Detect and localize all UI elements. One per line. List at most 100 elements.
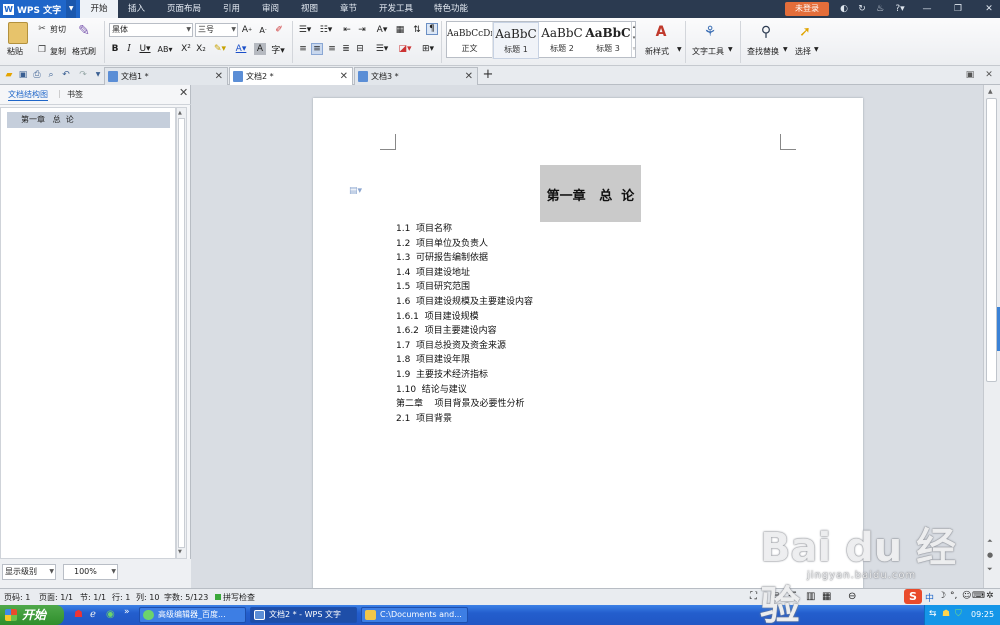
help-icon[interactable]: ?▾ <box>892 3 908 15</box>
scroll-thumb[interactable] <box>178 118 185 548</box>
page-view-icon[interactable]: ▤ <box>770 591 779 602</box>
zoom-select[interactable]: 100% ▼ <box>63 564 118 580</box>
customize-icon[interactable]: ▼ <box>92 69 104 81</box>
chevron-down-icon[interactable]: ▼ <box>814 46 819 53</box>
ie-icon[interactable]: ℯ <box>90 609 96 620</box>
tab-doc1[interactable]: 文档1 * ✕ <box>104 67 228 85</box>
level-select[interactable]: 显示级别 ▼ <box>2 564 56 580</box>
chevron-down-icon[interactable]: ▼ <box>728 46 733 53</box>
zoom-out-icon[interactable]: ⊖ <box>848 591 856 602</box>
new-tab-icon[interactable]: + <box>482 68 494 81</box>
chevron-down-icon[interactable]: ▼ <box>677 46 682 53</box>
line-spacing-icon[interactable]: ☰▾ <box>373 43 391 55</box>
format-painter-button[interactable]: 格式刷 <box>72 46 96 57</box>
minimize-icon[interactable]: — <box>921 3 933 15</box>
moon-icon[interactable]: ☽ <box>938 591 946 601</box>
align-center-icon[interactable]: ≡ <box>311 43 323 55</box>
cut-button[interactable]: 剪切 <box>50 24 66 35</box>
save-icon[interactable]: ▣ <box>17 69 29 81</box>
menu-tab-developer[interactable]: 开发工具 <box>379 0 413 18</box>
font-size-select[interactable]: 三号 ▼ <box>195 23 238 37</box>
spell-check-toggle[interactable]: 拼写检查 <box>223 592 255 603</box>
browser-360-icon[interactable]: ◉ <box>106 609 115 620</box>
status-word-count[interactable]: 字数: 5/123 <box>164 592 208 603</box>
qq-tray-icon[interactable]: ☗ <box>942 609 950 619</box>
chinese-layout-icon[interactable]: A▾ <box>373 24 391 36</box>
close-icon[interactable]: ✕ <box>983 3 995 15</box>
find-replace-button[interactable]: 查找替换 <box>747 46 779 57</box>
tab-doc3[interactable]: 文档3 * ✕ <box>354 67 478 85</box>
qq-icon[interactable]: ☗ <box>74 609 83 620</box>
table-grid-icon[interactable]: ▦ <box>394 24 406 36</box>
justify-icon[interactable]: ≣ <box>340 43 352 55</box>
input-language-icon[interactable]: 中 <box>925 591 934 604</box>
menu-tab-section[interactable]: 章节 <box>340 0 357 18</box>
bullets-icon[interactable]: ☰▾ <box>297 24 313 36</box>
font-name-select[interactable]: 黑体 ▼ <box>109 23 193 37</box>
show-marks-icon[interactable]: ¶ <box>426 23 438 35</box>
style-heading-1[interactable]: AaBbC 标题 1 <box>493 22 539 59</box>
clear-format-icon[interactable]: ✐ <box>273 24 285 36</box>
new-style-button[interactable]: 新样式 <box>645 46 669 57</box>
tab-document-map[interactable]: 文档结构图 <box>8 89 48 101</box>
browse-object-icon[interactable]: ● <box>987 551 993 559</box>
keyboard-icon[interactable]: ⌨ <box>972 591 985 601</box>
superscript-icon[interactable]: X² <box>180 43 192 55</box>
login-button[interactable]: 未登录 <box>785 2 829 16</box>
shield-icon[interactable]: ⛉ <box>955 609 962 619</box>
chevron-down-icon[interactable]: ▼ <box>783 46 788 53</box>
punctuation-icon[interactable]: °, <box>950 591 957 601</box>
prev-page-icon[interactable]: ⏶ <box>987 537 993 546</box>
sort-icon[interactable]: ⇅ <box>411 24 423 36</box>
decrease-indent-icon[interactable]: ⇤ <box>341 24 353 36</box>
pane-scrollbar[interactable]: ▲ ▼ <box>176 107 187 559</box>
selected-heading[interactable]: 第一章 总 论 <box>540 165 641 222</box>
tree-item-chapter1[interactable]: 第一章 总 论 <box>7 112 170 128</box>
gallery-scroll[interactable]: ▴ ▾ ▿ <box>631 22 636 57</box>
taskbar-button-browser[interactable]: 高级编辑器_百度... <box>139 607 246 623</box>
close-icon[interactable]: ✕ <box>215 68 223 85</box>
increase-indent-icon[interactable]: ⇥ <box>356 24 368 36</box>
document-page[interactable]: ▤▾ 第一章 总 论 1.1 项目名称 1.2 项目单位及负责人 1.3 可研报… <box>313 98 863 588</box>
menu-tab-home[interactable]: 开始 <box>80 0 118 18</box>
settings-icon[interactable]: ✲ <box>986 591 994 601</box>
style-normal[interactable]: AaBbCcDı 正文 <box>447 22 493 59</box>
taskbar-button-wps[interactable]: 文档2 * - WPS 文字 <box>250 607 357 623</box>
font-color-icon[interactable]: A▾ <box>233 43 249 55</box>
network-icon[interactable]: ⇆ <box>929 609 937 619</box>
taskbar-button-explorer[interactable]: C:\Documents and... <box>361 607 468 623</box>
paste-icon[interactable] <box>8 22 28 44</box>
phonetic-icon[interactable]: 字▾ <box>269 43 287 56</box>
align-left-icon[interactable]: ≡ <box>297 43 309 55</box>
strikethrough-icon[interactable]: AB▾ <box>156 43 174 55</box>
menu-tab-view[interactable]: 视图 <box>301 0 318 18</box>
tab-bookmarks[interactable]: 书签 <box>67 89 83 100</box>
tab-doc2[interactable]: 文档2 * ✕ <box>229 67 353 85</box>
overflow-icon[interactable]: » <box>124 607 130 617</box>
web-view-icon[interactable]: ▥ <box>806 591 815 602</box>
full-screen-icon[interactable]: ⛶ <box>750 591 757 602</box>
scroll-up-icon[interactable]: ▲ <box>988 88 993 95</box>
bold-icon[interactable]: B <box>109 43 121 55</box>
print-preview-icon[interactable]: ⌕ <box>45 69 57 81</box>
menu-tab-insert[interactable]: 插入 <box>128 0 145 18</box>
borders-icon[interactable]: ⊞▾ <box>419 43 437 55</box>
next-page-icon[interactable]: ⏷ <box>987 565 993 574</box>
chevron-down-icon[interactable]: ▼ <box>66 0 77 18</box>
menu-tab-features[interactable]: 特色功能 <box>434 0 468 18</box>
undo-icon[interactable]: ↶ <box>60 69 72 81</box>
sync-icon[interactable]: ↻ <box>856 3 868 15</box>
skin-icon[interactable]: ◐ <box>838 3 850 15</box>
print-icon[interactable]: ⎙ <box>31 69 43 81</box>
grow-font-icon[interactable]: A + <box>241 24 253 36</box>
highlight-icon[interactable]: ✎▾ <box>211 43 229 55</box>
start-button[interactable]: 开始 <box>0 605 64 625</box>
close-icon[interactable]: ✕ <box>340 68 348 85</box>
text-tools-button[interactable]: 文字工具 <box>692 46 724 57</box>
align-right-icon[interactable]: ≡ <box>326 43 338 55</box>
vertical-scrollbar[interactable]: ▲ ⏶ ● ⏷ <box>983 85 1000 588</box>
restore-icon[interactable]: ❐ <box>952 3 964 15</box>
outline-view-icon[interactable]: ☰ <box>788 591 797 602</box>
italic-icon[interactable]: I <box>123 43 135 55</box>
paste-button[interactable]: 粘贴 <box>7 46 23 57</box>
